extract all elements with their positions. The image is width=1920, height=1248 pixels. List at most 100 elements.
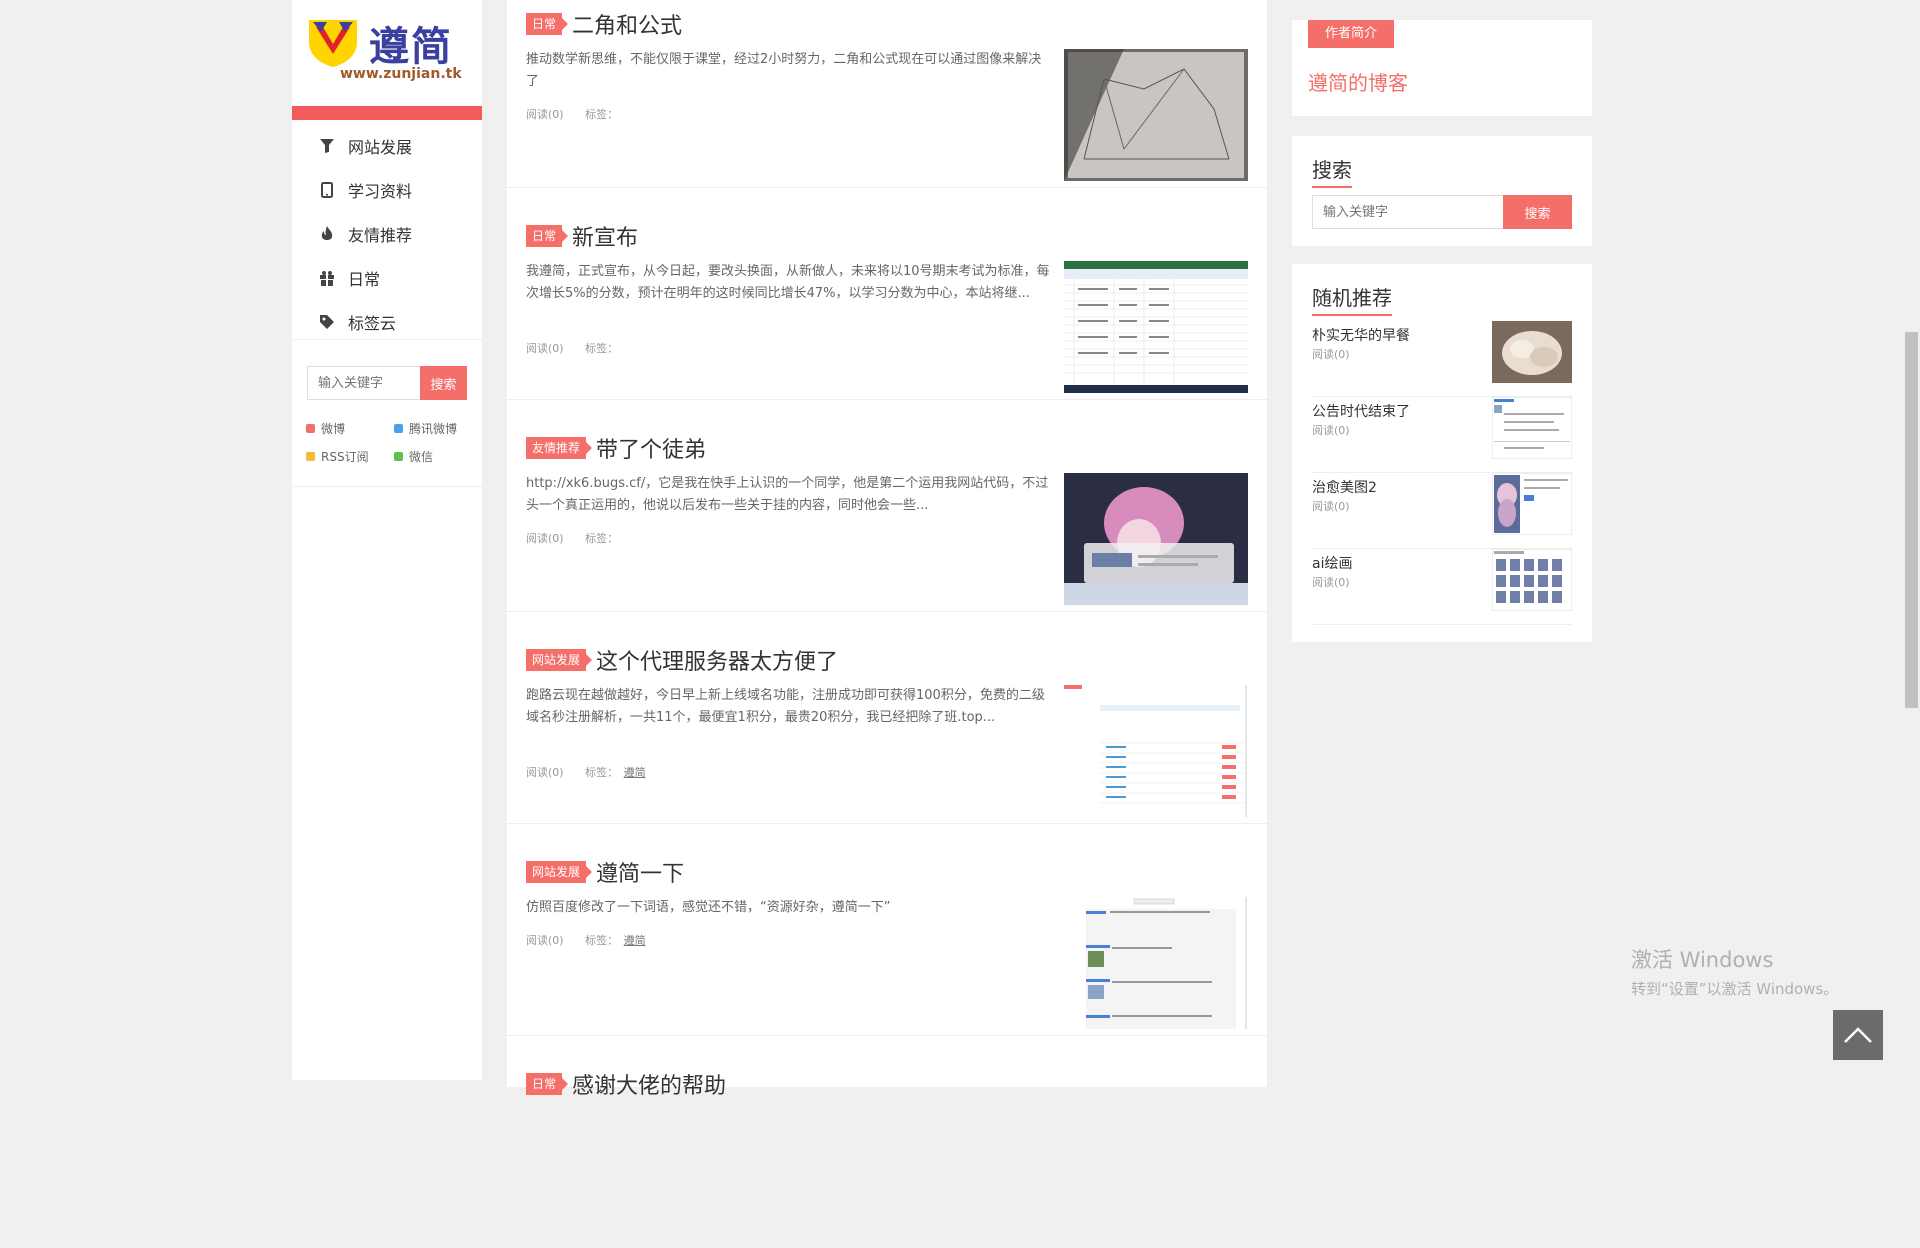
windows-activation-watermark: 激活 Windows 转到“设置”以激活 Windows。 bbox=[1631, 944, 1838, 999]
post-title[interactable]: 这个代理服务器太方便了 bbox=[596, 644, 838, 676]
wechat-link[interactable]: 微信 bbox=[394, 448, 433, 465]
post-list: 日常 二角和公式 推动数学新思维，不能仅限于课堂，经过2小时努力，二角和公式现在… bbox=[507, 0, 1267, 1099]
post-thumbnail[interactable] bbox=[1064, 685, 1248, 817]
page-scrollbar[interactable] bbox=[1903, 0, 1920, 1080]
funnel-icon bbox=[318, 137, 336, 155]
tag-icon bbox=[318, 313, 336, 331]
search-heading: 搜索 bbox=[1312, 154, 1352, 188]
post-title[interactable]: 新宣布 bbox=[572, 220, 638, 252]
nav-label: 学习资料 bbox=[348, 182, 413, 201]
post-title[interactable]: 二角和公式 bbox=[572, 8, 682, 40]
tags-label: 标签： bbox=[585, 766, 619, 779]
post-title[interactable]: 遵简一下 bbox=[596, 856, 684, 888]
post-title[interactable]: 带了个徒弟 bbox=[596, 432, 706, 464]
category-badge[interactable]: 网站发展 bbox=[526, 649, 593, 671]
recommend-read: 阅读(0) bbox=[1312, 424, 1350, 437]
author-blog-link[interactable]: 遵简的博客 bbox=[1308, 67, 1408, 96]
recommend-read: 阅读(0) bbox=[1312, 576, 1350, 589]
post-meta: 阅读(0) 标签： bbox=[526, 106, 618, 122]
post-thumbnail[interactable] bbox=[1064, 473, 1248, 605]
nav-item-daily[interactable]: 日常 bbox=[292, 256, 482, 300]
recommend-thumbnail[interactable] bbox=[1492, 397, 1572, 459]
post-item: 友情推荐 带了个徒弟 http://xk6.bugs.cf/，它是我在快手上认识… bbox=[507, 401, 1267, 612]
divider bbox=[292, 339, 482, 340]
nav-label: 标签云 bbox=[348, 314, 397, 333]
nav-label: 日常 bbox=[348, 270, 381, 289]
post-excerpt: 跑路云现在越做越好，今日早上新上线域名功能，注册成功即可获得100积分，免费的二… bbox=[526, 688, 1045, 725]
recommend-item[interactable]: 朴实无华的早餐 阅读(0) bbox=[1312, 321, 1572, 397]
social-label: 腾讯微博 bbox=[409, 422, 458, 436]
social-label: RSS订阅 bbox=[321, 450, 369, 464]
recommend-thumbnail[interactable] bbox=[1492, 549, 1572, 611]
post-tag-link[interactable]: 遵简 bbox=[624, 934, 646, 947]
rss-link[interactable]: RSS订阅 bbox=[306, 448, 369, 465]
weibo-icon bbox=[306, 424, 315, 433]
post-thumbnail[interactable] bbox=[1064, 261, 1248, 393]
recommend-title[interactable]: 朴实无华的早餐 bbox=[1312, 325, 1410, 345]
post-item: 网站发展 这个代理服务器太方便了 跑路云现在越做越好，今日早上新上线域名功能，注… bbox=[507, 613, 1267, 824]
recommend-item[interactable]: ai绘画 阅读(0) bbox=[1312, 549, 1572, 625]
post-tag-link[interactable]: 遵简 bbox=[624, 766, 646, 779]
nav-label: 网站发展 bbox=[348, 138, 413, 157]
post-item: 日常 二角和公式 推动数学新思维，不能仅限于课堂，经过2小时努力，二角和公式现在… bbox=[507, 0, 1267, 188]
logo-url: www.zunjian.tk bbox=[340, 66, 462, 82]
recommend-item[interactable]: 公告时代结束了 阅读(0) bbox=[1312, 397, 1572, 473]
scrollbar-thumb[interactable] bbox=[1905, 332, 1918, 708]
wechat-icon bbox=[394, 452, 403, 461]
read-count: 阅读(0) bbox=[526, 108, 564, 121]
category-badge[interactable]: 日常 bbox=[526, 1073, 569, 1095]
post-item: 日常 感谢大佬的帮助 bbox=[507, 1037, 1267, 1248]
nav-item-friends[interactable]: 友情推荐 bbox=[292, 212, 482, 256]
random-heading: 随机推荐 bbox=[1312, 282, 1392, 316]
recommend-title[interactable]: 公告时代结束了 bbox=[1312, 401, 1410, 421]
tags-label: 标签： bbox=[585, 934, 619, 947]
weibo-link[interactable]: 微博 bbox=[306, 420, 345, 437]
post-excerpt: 我遵简，正式宣布，从今日起，要改头换面，从新做人，未来将以10号期末考试为标准，… bbox=[526, 264, 1050, 301]
post-meta: 阅读(0) 标签： 遵简 bbox=[526, 764, 646, 780]
right-search-input[interactable] bbox=[1312, 195, 1503, 229]
author-intro-tag: 作者简介 bbox=[1308, 20, 1394, 48]
nav-label: 友情推荐 bbox=[348, 226, 413, 245]
category-badge[interactable]: 友情推荐 bbox=[526, 437, 593, 459]
recommend-thumbnail[interactable] bbox=[1492, 473, 1572, 535]
recommend-thumbnail[interactable] bbox=[1492, 321, 1572, 383]
post-excerpt: 仿照百度修改了一下词语，感觉还不错，“资源好杂，遵简一下” bbox=[526, 900, 891, 915]
sidebar-search-button[interactable]: 搜索 bbox=[420, 366, 467, 400]
recommend-read: 阅读(0) bbox=[1312, 348, 1350, 361]
accent-bar bbox=[292, 106, 482, 120]
category-badge[interactable]: 日常 bbox=[526, 13, 569, 35]
post-excerpt: 推动数学新思维，不能仅限于课堂，经过2小时努力，二角和公式现在可以通过图像来解决… bbox=[526, 52, 1042, 89]
tencent-weibo-link[interactable]: 腾讯微博 bbox=[394, 420, 457, 437]
nav-item-study[interactable]: 学习资料 bbox=[292, 168, 482, 212]
right-search-button[interactable]: 搜索 bbox=[1503, 195, 1572, 229]
tags-label: 标签： bbox=[585, 342, 619, 355]
nav-item-website-dev[interactable]: 网站发展 bbox=[292, 124, 482, 168]
gift-icon bbox=[318, 269, 336, 287]
logo-text: 遵简 bbox=[369, 24, 453, 70]
category-badge[interactable]: 网站发展 bbox=[526, 861, 593, 883]
mobile-icon bbox=[318, 181, 336, 199]
category-nav: 网站发展 学习资料 友情推荐 日常 标签云 bbox=[292, 124, 482, 344]
recommend-title[interactable]: ai绘画 bbox=[1312, 553, 1352, 573]
post-meta: 阅读(0) 标签： 遵简 bbox=[526, 932, 646, 948]
read-count: 阅读(0) bbox=[526, 766, 564, 779]
site-logo[interactable]: 遵简 www.zunjian.tk bbox=[307, 14, 462, 86]
left-sidebar: 遵简 www.zunjian.tk 网站发展 学习资料 友情推荐 日常 标签云 … bbox=[292, 0, 482, 1080]
post-item: 网站发展 遵简一下 仿照百度修改了一下词语，感觉还不错，“资源好杂，遵简一下” … bbox=[507, 825, 1267, 1036]
post-title[interactable]: 感谢大佬的帮助 bbox=[572, 1068, 726, 1100]
sidebar-search-input[interactable] bbox=[307, 366, 420, 400]
category-badge[interactable]: 日常 bbox=[526, 225, 569, 247]
social-label: 微信 bbox=[409, 450, 434, 464]
read-count: 阅读(0) bbox=[526, 532, 564, 545]
random-widget: 随机推荐 朴实无华的早餐 阅读(0) 公告时代结束了 阅读(0) 治愈美图2 阅… bbox=[1292, 264, 1592, 642]
post-excerpt: http://xk6.bugs.cf/，它是我在快手上认识的一个同学，他是第二个… bbox=[526, 476, 1049, 513]
search-widget: 搜索 搜索 bbox=[1292, 136, 1592, 246]
post-meta: 阅读(0) 标签： bbox=[526, 340, 618, 356]
recommend-title[interactable]: 治愈美图2 bbox=[1312, 477, 1377, 497]
recommend-item[interactable]: 治愈美图2 阅读(0) bbox=[1312, 473, 1572, 549]
post-thumbnail[interactable] bbox=[1064, 897, 1248, 1029]
recommend-read: 阅读(0) bbox=[1312, 500, 1350, 513]
post-thumbnail[interactable] bbox=[1064, 49, 1248, 181]
nav-item-tag-cloud[interactable]: 标签云 bbox=[292, 300, 482, 344]
back-to-top-button[interactable] bbox=[1833, 1010, 1883, 1060]
